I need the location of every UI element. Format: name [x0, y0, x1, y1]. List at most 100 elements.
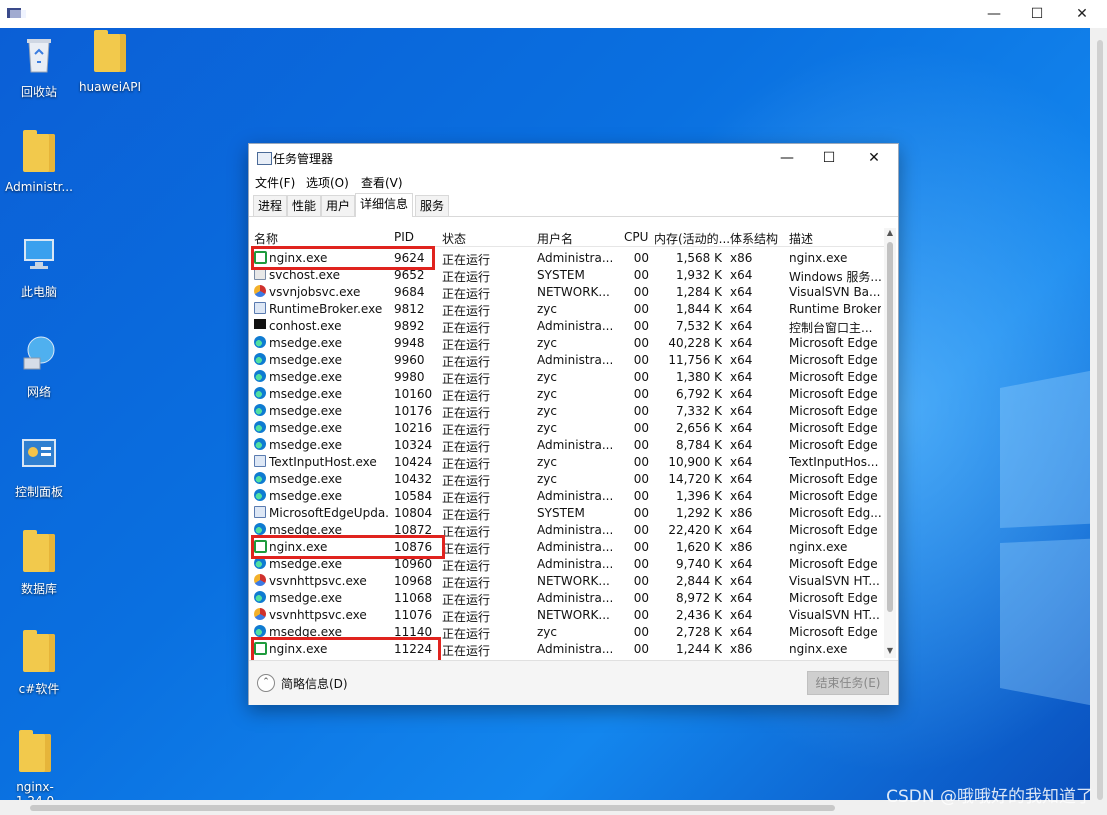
end-task-button[interactable]: 结束任务(E) [807, 671, 889, 695]
user-folder-icon [23, 130, 55, 172]
process-user: Administra... [537, 353, 612, 367]
tab-services[interactable]: 服务 [415, 195, 450, 216]
process-memory: 11,756 K [668, 353, 722, 367]
table-scroll-thumb[interactable] [887, 242, 893, 612]
footer-bar: ⌃ 简略信息(D) 结束任务(E) [249, 660, 898, 705]
menu-options[interactable]: 选项(O) [306, 174, 349, 191]
outer-minimize-button[interactable]: — [972, 4, 1016, 24]
process-memory: 8,784 K [675, 438, 722, 452]
process-cpu: 00 [633, 421, 649, 435]
folder-icon [23, 630, 55, 672]
process-cpu: 00 [633, 608, 649, 622]
process-status: 正在运行 [442, 338, 491, 352]
table-row[interactable]: msedge.exe 10432 正在运行 zyc 00 14,720 K x64 Micro… [252, 471, 884, 488]
process-description: 控制台窗口主... [789, 321, 873, 335]
table-row[interactable]: msedge.exe 9948 正在运行 zyc 00 40,228 K x64 Micros… [252, 335, 884, 352]
process-description: Microsoft Edge [789, 625, 878, 639]
process-memory: 22,420 K [668, 523, 722, 537]
process-description: TextInputHos... [789, 455, 879, 469]
table-row[interactable]: vsvnhttpsvc.exe 11076 正在运行 NETWORK... 00 2,43… [252, 607, 884, 624]
tab-processes[interactable]: 进程 [253, 195, 288, 216]
column-header-pid[interactable]: PID [394, 230, 414, 244]
scroll-up-arrow-icon[interactable]: ▲ [884, 228, 896, 237]
process-arch: x86 [730, 540, 753, 554]
folder-icon [94, 30, 126, 72]
process-user: zyc [537, 421, 557, 435]
desktop-icon-administrator[interactable]: Administr... [2, 130, 76, 194]
menu-file[interactable]: 文件(F) [255, 174, 295, 191]
edge-icon [254, 438, 266, 450]
column-header-arch[interactable]: 体系结构 [730, 230, 778, 247]
fewer-details-link[interactable]: 简略信息(D) [281, 675, 348, 692]
desktop-icon-huaweiapi[interactable]: huaweiAPI [73, 30, 147, 94]
column-header-memory[interactable]: 内存(活动的... [654, 230, 730, 247]
close-button[interactable]: ✕ [852, 148, 896, 168]
table-row[interactable]: msedge.exe 9980 正在运行 zyc 00 1,380 K x64 Microso… [252, 369, 884, 386]
desktop-icon-nginx-folder[interactable]: nginx-1.24.0 [0, 730, 72, 800]
process-description: Runtime Broker [789, 302, 881, 316]
process-pid: 10216 [394, 421, 433, 435]
desktop-icon-csharp-software[interactable]: c#软件 [2, 630, 76, 697]
process-user: SYSTEM [537, 268, 585, 282]
desktop-icon-database[interactable]: 数据库 [2, 530, 76, 597]
tab-users[interactable]: 用户 [321, 195, 356, 216]
table-row[interactable]: RuntimeBroker.exe 9812 正在运行 zyc 00 1,844 K x64… [252, 301, 884, 318]
desktop-icon-this-pc[interactable]: 此电脑 [2, 234, 76, 300]
table-row[interactable]: vsvnhttpsvc.exe 10968 正在运行 NETWORK... 00 2,84… [252, 573, 884, 590]
table-row[interactable]: msedge.exe 10324 正在运行 Administra... 00 8,784 … [252, 437, 884, 454]
desktop-icon-recycle-bin[interactable]: 回收站 [2, 34, 76, 100]
process-pid: 9892 [394, 319, 425, 333]
tab-performance[interactable]: 性能 [287, 195, 322, 216]
process-name: MicrosoftEdgeUpda... [269, 506, 389, 520]
table-row[interactable]: msedge.exe 9960 正在运行 Administra... 00 11,756 … [252, 352, 884, 369]
column-header-name[interactable]: 名称 [254, 230, 278, 247]
minimize-button[interactable]: — [765, 148, 809, 168]
table-row[interactable]: msedge.exe 10176 正在运行 zyc 00 7,332 K x64 Micros… [252, 403, 884, 420]
maximize-button[interactable]: ☐ [807, 148, 851, 168]
table-row[interactable]: conhost.exe 9892 正在运行 Administra... 00 7,532 … [252, 318, 884, 335]
desktop-icon-control-panel[interactable]: 控制面板 [2, 434, 76, 500]
process-description: Microsoft Edge [789, 370, 878, 384]
process-user: zyc [537, 370, 557, 384]
process-description: nginx.exe [789, 642, 848, 656]
scroll-down-arrow-icon[interactable]: ▼ [884, 646, 896, 655]
edge-icon [254, 472, 266, 484]
menu-view[interactable]: 查看(V) [361, 174, 403, 191]
tab-details[interactable]: 详细信息 [355, 193, 414, 217]
process-arch: x64 [730, 336, 753, 350]
column-header-user[interactable]: 用户名 [537, 230, 573, 247]
table-row[interactable]: msedge.exe 10160 正在运行 zyc 00 6,792 K x64 Micros… [252, 386, 884, 403]
table-vertical-scrollbar[interactable]: ▲ ▼ [884, 228, 896, 658]
table-row[interactable]: TextInputHost.exe 10424 正在运行 zyc 00 10,900 K x… [252, 454, 884, 471]
process-pid: 10968 [394, 574, 433, 588]
edge-icon [254, 387, 266, 399]
table-row[interactable]: vsvnjobsvc.exe 9684 正在运行 NETWORK... 00 1,284 … [252, 284, 884, 301]
outer-horizontal-scroll-thumb[interactable] [30, 805, 835, 811]
process-memory: 7,332 K [675, 404, 722, 418]
process-status: 正在运行 [442, 389, 491, 403]
outer-maximize-button[interactable]: ☐ [1015, 4, 1059, 24]
outer-vertical-scroll-thumb[interactable] [1097, 40, 1103, 800]
process-memory: 2,436 K [675, 608, 722, 622]
column-header-description[interactable]: 描述 [789, 230, 813, 247]
process-user: Administra... [537, 489, 612, 503]
table-row[interactable]: msedge.exe 11068 正在运行 Administra... 00 8,972 … [252, 590, 884, 607]
process-arch: x64 [730, 353, 753, 367]
process-arch: x64 [730, 268, 753, 282]
column-header-status[interactable]: 状态 [442, 230, 466, 247]
outer-close-button[interactable]: ✕ [1060, 4, 1104, 24]
chevron-up-icon[interactable]: ⌃ [257, 674, 275, 692]
column-header-cpu[interactable]: CPU [624, 230, 648, 244]
desktop-icon-network[interactable]: 网络 [2, 334, 76, 400]
process-status: 正在运行 [442, 440, 491, 454]
table-row[interactable]: msedge.exe 10216 正在运行 zyc 00 2,656 K x64 Micros… [252, 420, 884, 437]
process-user: Administra... [537, 319, 612, 333]
process-name: msedge.exe [269, 387, 343, 401]
folder-icon [19, 730, 51, 772]
table-row[interactable]: MicrosoftEdgeUpda... 10804 正在运行 SYSTEM 00 1,2… [252, 505, 884, 522]
process-pid: 9812 [394, 302, 425, 316]
process-cpu: 00 [633, 387, 649, 401]
process-memory: 1,844 K [675, 302, 722, 316]
process-arch: x64 [730, 302, 753, 316]
table-row[interactable]: msedge.exe 10584 正在运行 Administra... 00 1,396 … [252, 488, 884, 505]
